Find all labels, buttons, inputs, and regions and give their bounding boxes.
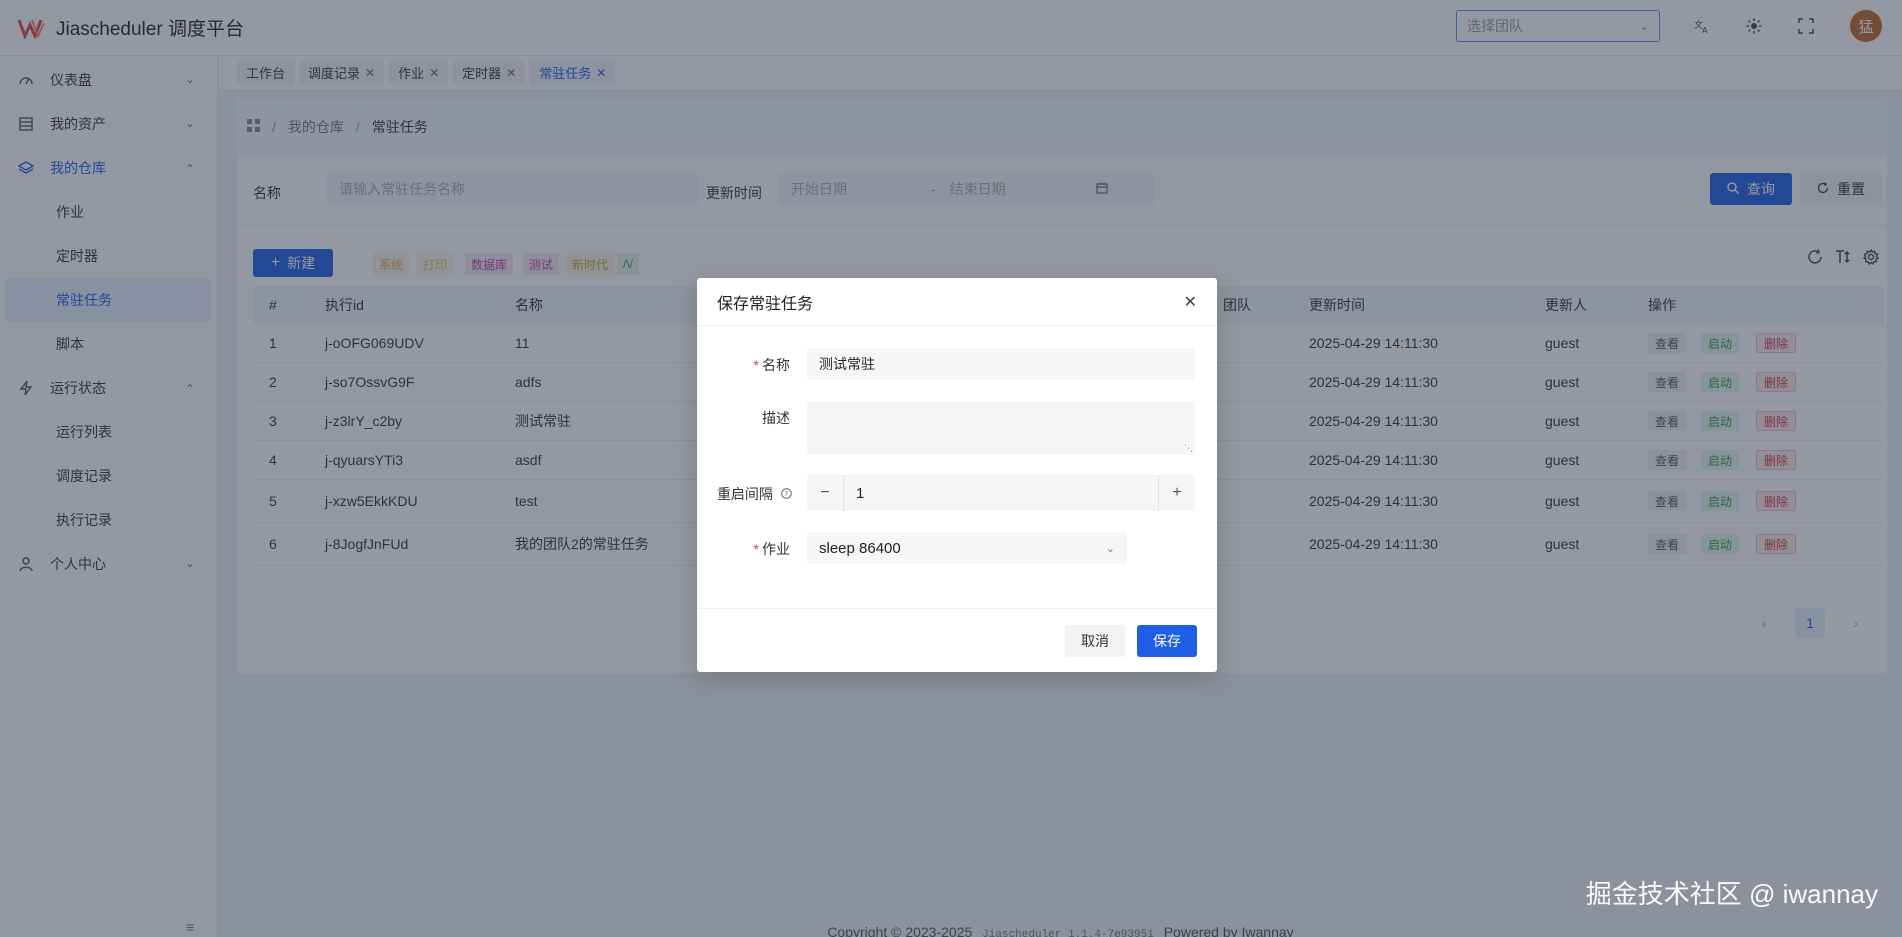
minus-icon[interactable]: −: [807, 475, 843, 511]
modal-title: 保存常驻任务: [717, 295, 814, 313]
help-icon[interactable]: ?: [778, 488, 792, 502]
job-select[interactable]: sleep 86400 ⌄: [807, 532, 1127, 564]
job-field-label-text: 作业: [762, 541, 790, 557]
modal-footer: 取消 保存: [697, 608, 1217, 672]
interval-field-label: 重启间隔 ?: [717, 484, 792, 504]
required-mark: *: [753, 541, 759, 557]
cancel-button[interactable]: 取消: [1065, 625, 1125, 657]
interval-field-label-text: 重启间隔: [716, 486, 773, 502]
interval-stepper: − 1 +: [807, 475, 1195, 511]
name-field-label: * 名称: [754, 355, 790, 375]
save-resident-task-modal: 保存常驻任务 ✕ * 名称 测试常驻 描述 ⋱ 重启间隔 ? − 1 + * 作业 …: [697, 278, 1217, 672]
description-textarea[interactable]: ⋱: [807, 401, 1195, 455]
name-field-label-text: 名称: [762, 357, 790, 373]
desc-field-label: 描述: [762, 410, 790, 426]
job-select-value: sleep 86400: [819, 539, 901, 557]
name-field-value: 测试常驻: [819, 356, 875, 372]
interval-value[interactable]: 1: [843, 475, 1159, 511]
name-field[interactable]: 测试常驻: [807, 348, 1195, 380]
chevron-down-icon: ⌄: [1105, 542, 1115, 555]
modal-header: 保存常驻任务 ✕: [697, 278, 1217, 326]
save-button[interactable]: 保存: [1137, 625, 1197, 657]
plus-icon[interactable]: +: [1159, 475, 1195, 511]
required-mark: *: [753, 357, 759, 373]
resize-handle-icon[interactable]: ⋱: [1184, 443, 1193, 454]
close-icon[interactable]: ✕: [1184, 292, 1197, 312]
watermark: 掘金技术社区 @ iwannay: [1585, 879, 1878, 909]
svg-text:?: ?: [784, 490, 788, 498]
job-field-label: * 作业: [754, 539, 790, 559]
